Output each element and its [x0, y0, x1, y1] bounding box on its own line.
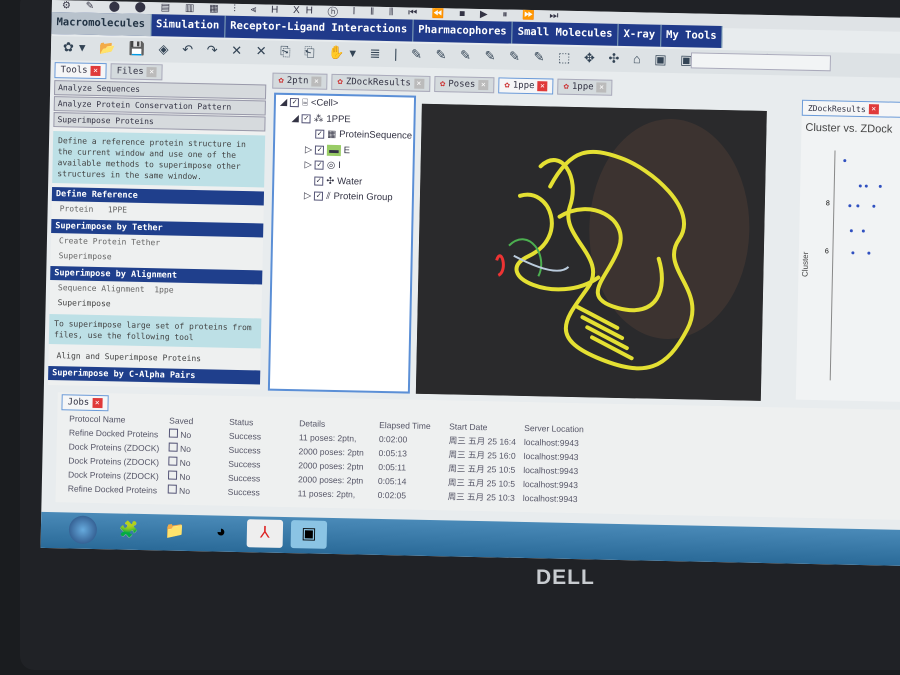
table-cell: Success	[228, 430, 262, 441]
table-cell: 周三 五月 25 10:3	[447, 490, 515, 503]
close-icon[interactable]: ×	[478, 79, 489, 91]
tab-jobs[interactable]: Jobs ×	[61, 394, 109, 412]
table-cell: Success	[227, 472, 261, 483]
align-tool-link[interactable]: Align and Superimpose Proteins	[48, 348, 260, 367]
large-set-text: To superimpose large set of proteins fro…	[48, 314, 262, 349]
menu-receptor-ligand[interactable]: Receptor-Ligand Interactions	[224, 15, 414, 42]
left-tabs: Tools × Files ×	[54, 62, 163, 81]
dell-logo: DELL	[536, 566, 595, 589]
menu-pharmacophores[interactable]: Pharmacophores	[412, 19, 513, 44]
start-button[interactable]	[68, 515, 98, 545]
table-cell: No	[164, 483, 224, 498]
menu-macromolecules[interactable]: Macromolecules	[51, 11, 152, 37]
menu-my-tools[interactable]: My Tools	[660, 24, 723, 49]
table-cell: No	[164, 441, 224, 456]
section-calpha: Superimpose by C-Alpha Pairs	[48, 366, 261, 385]
doc-tab-3[interactable]: ✿ 1ppe ×	[498, 77, 554, 95]
saved-checkbox[interactable]	[168, 442, 178, 452]
menu-simulation[interactable]: Simulation	[150, 14, 226, 38]
table-cell: Refine Docked Proteins	[67, 482, 158, 495]
doc-tab-4[interactable]: ✿ 1ppe ×	[557, 78, 613, 96]
tab-files[interactable]: Files ×	[110, 63, 163, 81]
chart-title: Cluster vs. ZDock	[805, 121, 893, 136]
doc-tab-2[interactable]: ✿ Poses ×	[433, 76, 495, 94]
table-cell: No	[164, 455, 224, 470]
table-cell: 0:02:05	[377, 489, 407, 501]
saved-checkbox[interactable]	[168, 428, 179, 438]
menu-xray[interactable]: X-ray	[618, 23, 662, 47]
table-cell: 0:02:00	[378, 433, 408, 445]
table-cell: 周三 五月 25 16:4	[448, 434, 517, 447]
screen: ⚙ ✎ ⬤ ⬤ ▤ ▥ ▦ ⫶ ⫷ H XH ⓗ ǀ ǁ ⦀ ⏮ ⏪ ■ ▶ ⏸…	[40, 0, 900, 566]
menu-small-molecules[interactable]: Small Molecules	[512, 21, 619, 46]
close-icon[interactable]: ×	[90, 65, 101, 77]
chart-panel: ZDockResults × Cluster vs. ZDock Cluster …	[795, 99, 900, 402]
molecule-icon: ✿	[563, 81, 570, 92]
table-cell: Success	[227, 486, 260, 497]
tab-tools[interactable]: Tools ×	[54, 62, 107, 80]
superimpose-alignment-link[interactable]: Superimpose	[50, 295, 262, 314]
table-cell: Success	[228, 444, 261, 455]
close-icon[interactable]: ×	[92, 397, 103, 409]
close-icon[interactable]: ×	[413, 78, 424, 89]
accordion-superimpose[interactable]: Superimpose Proteins	[53, 112, 266, 132]
saved-checkbox[interactable]	[167, 470, 178, 480]
search-input[interactable]	[690, 52, 832, 72]
table-cell: 0:05:13	[378, 447, 408, 459]
molecule-icon: ✿	[439, 79, 446, 90]
column-header[interactable]: Saved	[165, 414, 225, 428]
protein-label: Protein	[59, 204, 94, 214]
table-cell: Success	[228, 458, 261, 469]
sequence-alignment-link[interactable]: Sequence Alignment	[58, 283, 145, 294]
table-cell: localhost:9943	[522, 492, 578, 504]
table-cell: 周三 五月 25 10:5	[447, 476, 516, 489]
folder-icon[interactable]: 📁	[157, 517, 194, 546]
data-points	[843, 159, 882, 255]
browser-icon[interactable]: ◕	[203, 518, 240, 547]
tab-zdockresults-chart[interactable]: ZDockResults ×	[801, 99, 900, 118]
molecule-icon: ✿	[504, 80, 510, 91]
doc-tab-1[interactable]: ✿ ZDockResults ×	[331, 73, 431, 92]
pdf-reader-icon[interactable]: ⅄	[246, 519, 284, 548]
jobs-panel: Jobs × Protocol Name Saved Status Details Ela…	[55, 392, 900, 520]
close-icon[interactable]: ×	[146, 67, 157, 78]
molecule-icon: ✿	[278, 75, 284, 86]
chart-ylabel: Cluster	[800, 251, 811, 278]
tools-panel: Analyze Sequences Analyze Protein Conser…	[47, 80, 267, 390]
sequence-alignment-value: 1ppe	[154, 285, 174, 295]
saved-checkbox[interactable]	[167, 484, 177, 494]
jobs-table: Protocol Name Saved Status Details Elapsed T…	[64, 412, 611, 506]
table-cell: 11 poses: 2ptn,	[297, 487, 356, 499]
table-cell: 0:05:14	[377, 475, 407, 487]
taskbar-app-icon[interactable]: 🧩	[111, 516, 148, 545]
table-cell: 周三 五月 25 16:0	[448, 448, 516, 461]
molecule-icon: ✿	[337, 76, 343, 88]
table-cell: 周三 五月 25 10:5	[448, 462, 516, 475]
hierarchy-tree: ◢ ✓ ⌸ <Cell> ◢ ✓ ⁂ 1PPE ✓ ▦ ProteinSeque…	[267, 92, 417, 394]
document-tabs: ✿ 2ptn × ✿ ZDockResults × ✿ Poses × ✿ 1ppe × ✿ 1ppe ×	[272, 72, 613, 96]
superimpose-tether-link[interactable]: Superimpose	[50, 248, 262, 267]
description: Define a reference protein structure in …	[52, 131, 266, 188]
saved-checkbox[interactable]	[168, 456, 178, 466]
table-cell: No	[164, 469, 224, 484]
tree-item-protein-group[interactable]: ▷ ✓ ⫽ Protein Group	[274, 188, 412, 206]
discovery-studio-icon[interactable]: ▣	[290, 520, 328, 549]
table-cell: No	[165, 427, 225, 442]
close-icon[interactable]: ×	[596, 82, 607, 93]
protein-value[interactable]: 1PPE	[108, 205, 127, 214]
scatter-plot	[829, 150, 882, 381]
protein-ribbon	[415, 103, 767, 401]
close-icon[interactable]: ×	[311, 76, 322, 87]
close-icon[interactable]: ×	[537, 81, 548, 92]
doc-tab-0[interactable]: ✿ 2ptn ×	[272, 72, 328, 90]
table-cell: 0:05:11	[378, 461, 407, 473]
close-icon[interactable]: ×	[868, 104, 879, 115]
3d-viewer[interactable]	[415, 103, 767, 401]
